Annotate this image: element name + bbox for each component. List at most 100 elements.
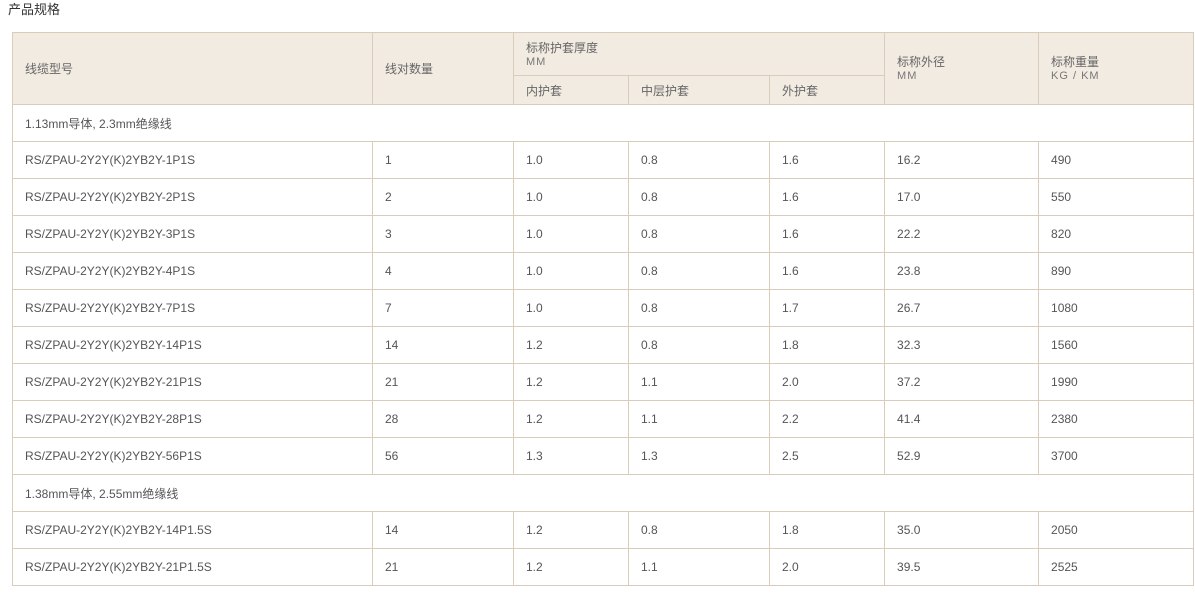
cell-diameter: 23.8 — [884, 252, 1040, 290]
cell-weight: 2380 — [1038, 400, 1195, 438]
table-header: 线缆型号 线对数量 标称护套厚度 MM 标称外径 MM 标称重量 KG / KM… — [12, 32, 1195, 105]
table-row: RS/ZPAU-2Y2Y(K)2YB2Y-7P1S 7 1.0 0.8 1.7 26.7 1… — [12, 289, 1195, 327]
col-header-model: 线缆型号 — [12, 32, 373, 105]
cell-middle: 1.1 — [628, 363, 770, 401]
cell-middle: 0.8 — [628, 511, 770, 549]
spec-table: 线缆型号 线对数量 标称护套厚度 MM 标称外径 MM 标称重量 KG / KM… — [11, 32, 1195, 586]
cell-middle: 0.8 — [628, 178, 770, 216]
cell-pairs: 7 — [372, 289, 514, 327]
cell-outer: 1.6 — [768, 178, 886, 216]
cell-model: RS/ZPAU-2Y2Y(K)2YB2Y-56P1S — [12, 437, 373, 475]
cell-pairs: 21 — [372, 548, 514, 586]
cell-weight: 550 — [1038, 178, 1195, 216]
cell-pairs: 4 — [372, 252, 514, 290]
cell-middle: 0.8 — [628, 252, 770, 290]
cell-outer: 1.6 — [768, 252, 886, 290]
cell-outer: 1.6 — [768, 215, 886, 253]
table-row: RS/ZPAU-2Y2Y(K)2YB2Y-14P1S 14 1.2 0.8 1.8 32.… — [12, 326, 1195, 364]
cell-inner: 1.0 — [513, 215, 629, 253]
cell-pairs: 1 — [372, 141, 514, 179]
cell-diameter: 39.5 — [884, 548, 1040, 586]
cell-model: RS/ZPAU-2Y2Y(K)2YB2Y-4P1S — [12, 252, 373, 290]
table-row: RS/ZPAU-2Y2Y(K)2YB2Y-21P1S 21 1.2 1.1 2.0 37.… — [12, 363, 1195, 401]
cell-inner: 1.0 — [513, 178, 629, 216]
cell-pairs: 2 — [372, 178, 514, 216]
cell-inner: 1.0 — [513, 289, 629, 327]
cell-middle: 1.3 — [628, 437, 770, 475]
table-row: RS/ZPAU-2Y2Y(K)2YB2Y-4P1S 4 1.0 0.8 1.6 23.8 8… — [12, 252, 1195, 290]
cell-middle: 0.8 — [628, 215, 770, 253]
cell-middle: 1.1 — [628, 548, 770, 586]
cell-weight: 490 — [1038, 141, 1195, 179]
page-title: 产品规格 — [8, 2, 61, 17]
cell-model: RS/ZPAU-2Y2Y(K)2YB2Y-14P1S — [12, 326, 373, 364]
col-header-pairs: 线对数量 — [372, 32, 514, 105]
table-row: RS/ZPAU-2Y2Y(K)2YB2Y-3P1S 3 1.0 0.8 1.6 22.2 8… — [12, 215, 1195, 253]
cell-weight: 1560 — [1038, 326, 1195, 364]
cell-diameter: 37.2 — [884, 363, 1040, 401]
cell-middle: 0.8 — [628, 141, 770, 179]
cell-inner: 1.0 — [513, 141, 629, 179]
table-row: RS/ZPAU-2Y2Y(K)2YB2Y-56P1S 56 1.3 1.3 2.5 52.… — [12, 437, 1195, 475]
table-row: RS/ZPAU-2Y2Y(K)2YB2Y-14P1.5S 14 1.2 0.8 1.8 3… — [12, 511, 1195, 549]
cell-diameter: 26.7 — [884, 289, 1040, 327]
cell-model: RS/ZPAU-2Y2Y(K)2YB2Y-21P1.5S — [12, 548, 373, 586]
cell-model: RS/ZPAU-2Y2Y(K)2YB2Y-2P1S — [12, 178, 373, 216]
section-label: 1.38mm导体, 2.55mm绝缘线 — [11, 474, 1195, 512]
cell-diameter: 17.0 — [884, 178, 1040, 216]
cell-outer: 2.0 — [768, 363, 886, 401]
cell-inner: 1.0 — [513, 252, 629, 290]
cell-outer: 1.8 — [768, 511, 886, 549]
cell-diameter: 22.2 — [884, 215, 1040, 253]
cell-inner: 1.3 — [513, 437, 629, 475]
cell-diameter: 41.4 — [884, 400, 1040, 438]
cell-middle: 0.8 — [628, 289, 770, 327]
table-row: RS/ZPAU-2Y2Y(K)2YB2Y-28P1S 28 1.2 1.1 2.2 41.… — [12, 400, 1195, 438]
cell-diameter: 16.2 — [884, 141, 1040, 179]
col-header-weight: 标称重量 KG / KM — [1038, 32, 1195, 105]
cell-inner: 1.2 — [513, 400, 629, 438]
col-header-inner-sheath: 内护套 — [513, 75, 629, 105]
cell-middle: 1.1 — [628, 400, 770, 438]
cell-pairs: 3 — [372, 215, 514, 253]
cell-weight: 890 — [1038, 252, 1195, 290]
cell-model: RS/ZPAU-2Y2Y(K)2YB2Y-3P1S — [12, 215, 373, 253]
table-row: RS/ZPAU-2Y2Y(K)2YB2Y-1P1S 1 1.0 0.8 1.6 16.2 4… — [12, 141, 1195, 179]
cell-inner: 1.2 — [513, 511, 629, 549]
cell-outer: 1.8 — [768, 326, 886, 364]
cell-pairs: 28 — [372, 400, 514, 438]
cell-middle: 0.8 — [628, 326, 770, 364]
cell-pairs: 21 — [372, 363, 514, 401]
cell-inner: 1.2 — [513, 363, 629, 401]
cell-weight: 3700 — [1038, 437, 1195, 475]
cell-pairs: 14 — [372, 511, 514, 549]
col-header-outer-sheath: 外护套 — [768, 75, 886, 105]
section-label: 1.13mm导体, 2.3mm绝缘线 — [11, 104, 1195, 142]
col-header-sheath-thickness: 标称护套厚度 MM — [512, 32, 886, 76]
cell-weight: 2050 — [1038, 511, 1195, 549]
cell-model: RS/ZPAU-2Y2Y(K)2YB2Y-7P1S — [12, 289, 373, 327]
cell-pairs: 14 — [372, 326, 514, 364]
cell-model: RS/ZPAU-2Y2Y(K)2YB2Y-14P1.5S — [12, 511, 373, 549]
cell-outer: 2.0 — [768, 548, 886, 586]
cell-diameter: 52.9 — [884, 437, 1040, 475]
cell-model: RS/ZPAU-2Y2Y(K)2YB2Y-1P1S — [12, 141, 373, 179]
cell-outer: 1.7 — [768, 289, 886, 327]
col-header-middle-sheath: 中层护套 — [628, 75, 770, 105]
cell-diameter: 32.3 — [884, 326, 1040, 364]
cell-outer: 1.6 — [768, 141, 886, 179]
section-row: 1.13mm导体, 2.3mm绝缘线 — [11, 104, 1195, 142]
table-row: RS/ZPAU-2Y2Y(K)2YB2Y-21P1.5S 21 1.2 1.1 2.0 3… — [12, 548, 1195, 586]
table-row: RS/ZPAU-2Y2Y(K)2YB2Y-2P1S 2 1.0 0.8 1.6 17.0 5… — [12, 178, 1195, 216]
cell-pairs: 56 — [372, 437, 514, 475]
cell-weight: 1990 — [1038, 363, 1195, 401]
cell-model: RS/ZPAU-2Y2Y(K)2YB2Y-21P1S — [12, 363, 373, 401]
cell-outer: 2.5 — [768, 437, 886, 475]
section-row: 1.38mm导体, 2.55mm绝缘线 — [11, 474, 1195, 512]
cell-inner: 1.2 — [513, 326, 629, 364]
cell-outer: 2.2 — [768, 400, 886, 438]
cell-diameter: 35.0 — [884, 511, 1040, 549]
cell-inner: 1.2 — [513, 548, 629, 586]
cell-weight: 2525 — [1038, 548, 1195, 586]
cell-weight: 1080 — [1038, 289, 1195, 327]
